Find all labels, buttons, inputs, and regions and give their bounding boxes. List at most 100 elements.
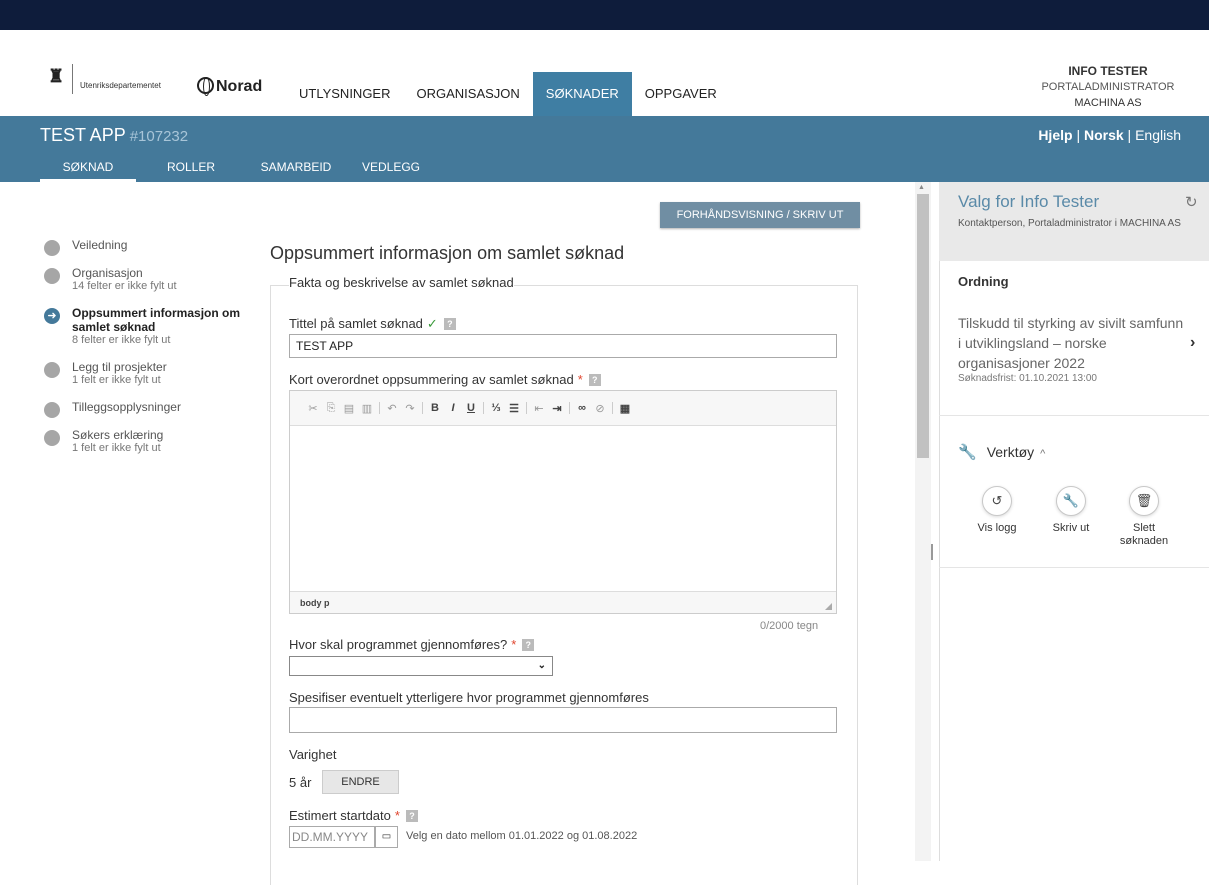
nav-soknader[interactable]: SØKNADER	[532, 72, 632, 116]
rich-text-editor: ✂ ⎘ ▤ ▥ ↶ ↷ B I U ⅓ ☰ ⇤ ⇥ ∞ ⊘ ▦ body p	[289, 390, 837, 614]
tools-label: Verktøy	[986, 444, 1035, 460]
nav-oppgaver[interactable]: OPPGAVER	[632, 72, 730, 116]
bold-icon[interactable]: B	[426, 402, 444, 414]
title-label: Tittel på samlet søknad ✓?	[289, 316, 456, 332]
step-note: 8 felter er ikke fylt ut	[72, 334, 171, 346]
date-hint: Velg en dato mellom 01.01.2022 og 01.08.…	[406, 830, 638, 842]
chevron-right-icon[interactable]: ›	[1190, 334, 1195, 352]
ordning-link[interactable]: Tilskudd til styrking av sivilt samfunn …	[958, 313, 1188, 373]
tool-label: Skriv ut	[1052, 522, 1090, 534]
ordning-label: Ordning	[958, 274, 1009, 289]
lang-english[interactable]: English	[1135, 127, 1181, 143]
history-icon: ↺	[982, 486, 1012, 516]
help-icon[interactable]: ?	[405, 810, 418, 822]
where-select[interactable]: ⌄	[289, 656, 553, 676]
preview-print-button[interactable]: FORHÅNDSVISNING / SKRIV UT	[660, 202, 860, 228]
chevron-down-icon: ⌄	[537, 660, 546, 671]
step-label: Legg til prosjekter	[72, 360, 167, 374]
tools-toggle[interactable]: 🔧 Verktøy ^	[958, 443, 1045, 461]
specify-input[interactable]	[289, 707, 837, 733]
right-panel-subtitle: Kontaktperson, Portaladministrator i MAC…	[958, 218, 1181, 229]
user-menu[interactable]: INFO TESTER PORTALADMINISTRATOR MACHINA …	[1032, 63, 1184, 111]
scroll-up-icon[interactable]: ▲	[918, 184, 925, 191]
help-icon[interactable]: ?	[588, 374, 601, 386]
cut-icon[interactable]: ✂	[304, 402, 322, 415]
step-label: Søkers erklæring	[72, 428, 164, 442]
undo-icon[interactable]: ↶	[383, 402, 401, 415]
start-date-label: Estimert startdato *?	[289, 808, 418, 823]
step-organisasjon[interactable]: Organisasjon 14 felter er ikke fylt ut	[44, 266, 254, 292]
step-oppsummert[interactable]: ➜ Oppsummert informasjon om samlet søkna…	[44, 306, 254, 346]
application-id: #107232	[129, 128, 189, 145]
right-panel-title: Valg for Info Tester	[958, 192, 1100, 211]
top-spacer	[0, 30, 1209, 54]
view-log-button[interactable]: ↺ Vis logg	[962, 486, 1032, 535]
paste-text-icon[interactable]: ▥	[358, 402, 376, 415]
toolbar-separator	[422, 402, 423, 414]
user-org: MACHINA AS	[1074, 97, 1142, 109]
link-icon[interactable]: ∞	[573, 402, 591, 414]
resize-grip-icon[interactable]	[825, 603, 832, 610]
divider	[939, 415, 1209, 416]
help-icon[interactable]: ?	[522, 639, 535, 651]
user-name: INFO TESTER	[1068, 64, 1148, 78]
bullet-list-icon[interactable]: ☰	[505, 402, 523, 415]
norad-logo[interactable]: Norad	[216, 78, 262, 96]
indent-icon[interactable]: ⇥	[548, 402, 566, 415]
step-note: 1 felt er ikke fylt ut	[72, 374, 161, 386]
step-status-dot	[44, 268, 60, 284]
editor-toolbar: ✂ ⎘ ▤ ▥ ↶ ↷ B I U ⅓ ☰ ⇤ ⇥ ∞ ⊘ ▦	[290, 391, 836, 426]
title-input[interactable]	[289, 334, 837, 358]
char-counter: 0/2000 tegn	[760, 620, 819, 632]
unlink-icon[interactable]: ⊘	[591, 402, 609, 415]
redo-icon[interactable]: ↷	[401, 402, 419, 415]
step-label: Organisasjon	[72, 266, 143, 280]
logo-divider	[72, 64, 73, 94]
underline-icon[interactable]: U	[462, 402, 480, 414]
tab-soknad[interactable]: SØKNAD	[40, 157, 136, 182]
wrench-icon: 🔧	[958, 444, 977, 461]
table-icon[interactable]: ▦	[616, 402, 634, 415]
title-label-text: Tittel på samlet søknad	[289, 316, 423, 331]
required-asterisk: *	[577, 372, 583, 387]
nav-utlysninger[interactable]: UTLYSNINGER	[286, 72, 404, 116]
application-tabs: SØKNAD ROLLER SAMARBEID VEDLEGG	[40, 157, 436, 182]
step-veiledning[interactable]: Veiledning	[44, 238, 254, 256]
italic-icon[interactable]: I	[444, 402, 462, 414]
outdent-icon[interactable]: ⇤	[530, 402, 548, 415]
start-date-input[interactable]: DD.MM.YYYY	[289, 826, 375, 848]
step-note: 14 felter er ikke fylt ut	[72, 280, 177, 292]
duration-label: Varighet	[289, 747, 337, 762]
tab-vedlegg[interactable]: VEDLEGG	[346, 157, 436, 182]
help-icon[interactable]: ?	[443, 318, 456, 330]
change-duration-button[interactable]: ENDRE	[322, 770, 399, 794]
step-tilleggsopplysninger[interactable]: Tilleggsopplysninger	[44, 400, 254, 418]
step-navigation: Veiledning Organisasjon 14 felter er ikk…	[44, 238, 254, 468]
step-prosjekter[interactable]: Legg til prosjekter 1 felt er ikke fylt …	[44, 360, 254, 386]
print-button[interactable]: 🔧 Skriv ut	[1036, 486, 1106, 535]
lang-norsk[interactable]: Norsk	[1084, 127, 1124, 143]
calendar-icon[interactable]: ▭	[375, 826, 398, 848]
numbered-list-icon[interactable]: ⅓	[487, 402, 505, 414]
tab-roller[interactable]: ROLLER	[136, 157, 246, 182]
wrench-icon: 🔧	[1056, 486, 1086, 516]
help-link[interactable]: Hjelp	[1038, 127, 1072, 143]
nav-organisasjon[interactable]: ORGANISASJON	[404, 72, 533, 116]
lang-separator: |	[1127, 127, 1132, 143]
delete-application-button[interactable]: 🗑 Slett søknaden	[1109, 486, 1179, 548]
main-nav: UTLYSNINGER ORGANISASJON SØKNADER OPPGAV…	[286, 72, 730, 116]
step-erklaering[interactable]: Søkers erklæring 1 felt er ikke fylt ut	[44, 428, 254, 454]
panel-splitter-handle[interactable]	[931, 544, 933, 560]
editor-content-area[interactable]	[290, 426, 836, 591]
paste-icon[interactable]: ▤	[340, 402, 358, 415]
required-asterisk: *	[394, 808, 400, 823]
toolbar-separator	[612, 402, 613, 414]
toolbar-separator	[526, 402, 527, 414]
scrollbar-thumb[interactable]	[917, 194, 929, 458]
copy-icon[interactable]: ⎘	[322, 402, 340, 415]
refresh-icon[interactable]: ↻	[1185, 193, 1198, 211]
coat-of-arms-icon: ♜	[48, 66, 65, 86]
tool-label: Slett søknaden	[1119, 522, 1169, 547]
tool-label: Vis logg	[977, 522, 1017, 534]
tab-samarbeid[interactable]: SAMARBEID	[246, 157, 346, 182]
